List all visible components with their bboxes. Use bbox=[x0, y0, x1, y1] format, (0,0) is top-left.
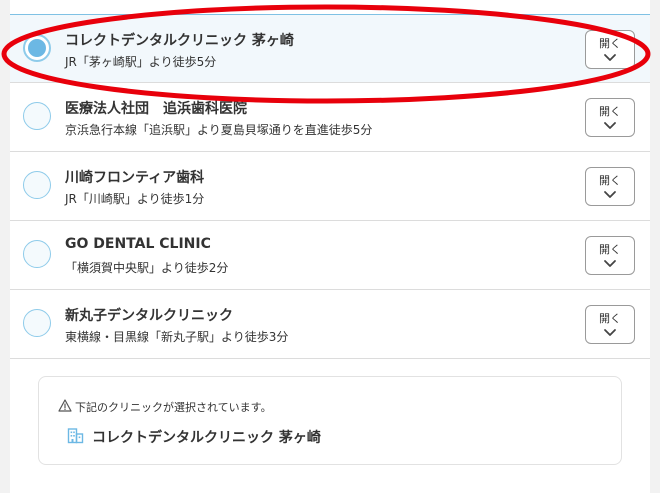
clinic-name: コレクトデンタルクリニック 茅ヶ崎 bbox=[65, 33, 294, 49]
chevron-down-icon bbox=[604, 191, 616, 198]
building-icon bbox=[67, 428, 84, 444]
clinic-name: 川崎フロンティア歯科 bbox=[65, 170, 205, 186]
open-button[interactable]: 開く bbox=[585, 30, 635, 69]
clinic-radio[interactable] bbox=[23, 240, 51, 268]
chevron-down-icon bbox=[604, 54, 616, 61]
chevron-down-icon bbox=[604, 329, 616, 336]
clinic-access: 「横須賀中央駅」より徒歩2分 bbox=[65, 261, 229, 275]
selected-clinic-notice: 下記のクリニックが選択されています。 コレクトデンタルクリニック 茅ヶ崎 bbox=[38, 376, 622, 465]
open-button-label: 開く bbox=[599, 312, 621, 325]
open-button[interactable]: 開く bbox=[585, 305, 635, 344]
radio-dot bbox=[28, 39, 46, 57]
open-button[interactable]: 開く bbox=[585, 236, 635, 275]
clinic-name: GO DENTAL CLINIC bbox=[65, 236, 211, 252]
clinic-list: コレクトデンタルクリニック 茅ヶ崎 JR「茅ヶ崎駅」より徒歩5分 開く 医療法人… bbox=[10, 14, 650, 359]
open-button[interactable]: 開く bbox=[585, 98, 635, 137]
open-button-label: 開く bbox=[599, 174, 621, 187]
clinic-access: 東横線・目黒線「新丸子駅」より徒歩3分 bbox=[65, 330, 289, 344]
selected-clinic-name: コレクトデンタルクリニック 茅ヶ崎 bbox=[92, 430, 321, 446]
clinic-access: JR「川崎駅」より徒歩1分 bbox=[65, 192, 205, 206]
clinic-name: 医療法人社団 追浜歯科医院 bbox=[65, 101, 247, 117]
clinic-radio-selected[interactable] bbox=[23, 34, 51, 62]
notice-message: 下記のクリニックが選択されています。 bbox=[75, 401, 272, 414]
clinic-row[interactable]: コレクトデンタルクリニック 茅ヶ崎 JR「茅ヶ崎駅」より徒歩5分 開く bbox=[10, 14, 650, 83]
chevron-down-icon bbox=[604, 122, 616, 129]
clinic-radio[interactable] bbox=[23, 102, 51, 130]
clinic-row[interactable]: 川崎フロンティア歯科 JR「川崎駅」より徒歩1分 開く bbox=[10, 152, 650, 221]
clinic-row[interactable]: 医療法人社団 追浜歯科医院 京浜急行本線「追浜駅」より夏島貝塚通りを直進徒歩5分… bbox=[10, 83, 650, 152]
clinic-radio[interactable] bbox=[23, 171, 51, 199]
chevron-down-icon bbox=[604, 260, 616, 267]
open-button-label: 開く bbox=[599, 105, 621, 118]
clinic-radio[interactable] bbox=[23, 309, 51, 337]
clinic-name: 新丸子デンタルクリニック bbox=[65, 308, 233, 324]
clinic-selection-panel: コレクトデンタルクリニック 茅ヶ崎 JR「茅ヶ崎駅」より徒歩5分 開く 医療法人… bbox=[10, 0, 650, 493]
clinic-row[interactable]: GO DENTAL CLINIC 「横須賀中央駅」より徒歩2分 開く bbox=[10, 221, 650, 290]
clinic-access: 京浜急行本線「追浜駅」より夏島貝塚通りを直進徒歩5分 bbox=[65, 123, 373, 137]
warning-icon bbox=[58, 399, 72, 412]
clinic-row[interactable]: 新丸子デンタルクリニック 東横線・目黒線「新丸子駅」より徒歩3分 開く bbox=[10, 290, 650, 359]
open-button-label: 開く bbox=[599, 37, 621, 50]
clinic-access: JR「茅ヶ崎駅」より徒歩5分 bbox=[65, 55, 217, 69]
open-button[interactable]: 開く bbox=[585, 167, 635, 206]
open-button-label: 開く bbox=[599, 243, 621, 256]
